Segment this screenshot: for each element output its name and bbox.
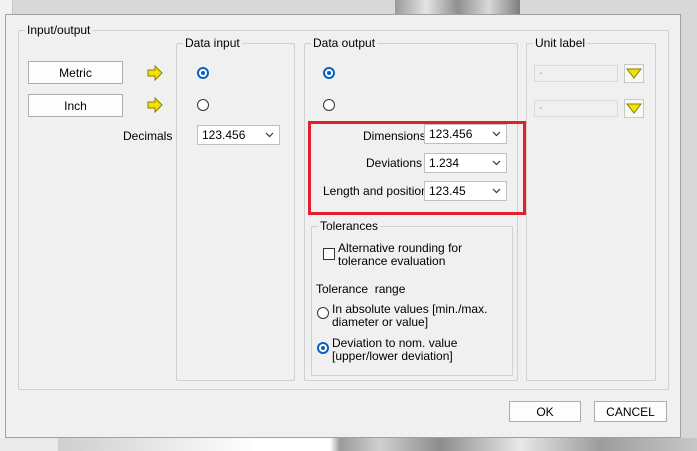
- unit-label-group: Unit label: [526, 36, 656, 381]
- data-output-inch-radio[interactable]: [323, 99, 335, 111]
- chevron-down-icon: [492, 188, 501, 194]
- chevron-down-icon: [492, 131, 501, 137]
- inch-unit-field[interactable]: -: [534, 100, 618, 117]
- deviations-label: Deviations: [366, 156, 423, 170]
- metric-button-label: Metric: [59, 65, 92, 80]
- metric-unit-dropdown-button[interactable]: [624, 64, 644, 83]
- tolerance-range-label: Tolerance range: [316, 282, 406, 296]
- ok-button-label: OK: [536, 404, 554, 419]
- tolerance-absolute-label-line2: diameter or value]: [332, 315, 429, 329]
- tolerance-absolute-radio[interactable]: [317, 307, 329, 319]
- length-position-select[interactable]: 123.45: [424, 181, 507, 201]
- tolerance-deviation-radio[interactable]: [317, 342, 329, 354]
- units-settings-dialog: Input/output Metric Inch Decimals Data i…: [5, 14, 681, 438]
- cancel-button[interactable]: CANCEL: [594, 401, 667, 422]
- input-output-title: Input/output: [25, 23, 93, 37]
- decimals-select[interactable]: 123.456: [197, 125, 280, 145]
- metric-unit-value: -: [539, 68, 543, 79]
- metric-unit-field[interactable]: -: [534, 65, 618, 82]
- data-input-title: Data input: [183, 36, 242, 50]
- metric-button[interactable]: Metric: [28, 61, 123, 84]
- background-window-edge: [395, 0, 520, 14]
- deviations-value: 1.234: [429, 156, 460, 170]
- cancel-button-label: CANCEL: [606, 404, 655, 419]
- dimensions-select[interactable]: 123.456: [424, 124, 507, 144]
- tolerance-deviation-label-line2: [upper/lower deviation]: [332, 349, 453, 363]
- tolerance-absolute-label-line1: In absolute values [min./max.: [332, 302, 488, 316]
- ok-button[interactable]: OK: [509, 401, 581, 422]
- inch-button[interactable]: Inch: [28, 94, 123, 117]
- data-input-metric-radio[interactable]: [197, 67, 209, 79]
- triangle-down-icon: [625, 103, 643, 114]
- data-input-group: Data input: [176, 36, 295, 381]
- deviations-select[interactable]: 1.234: [424, 153, 507, 173]
- data-output-metric-radio[interactable]: [323, 67, 335, 79]
- data-output-title: Data output: [311, 36, 378, 50]
- dimensions-value: 123.456: [429, 127, 473, 141]
- alt-rounding-checkbox[interactable]: [323, 248, 335, 260]
- metric-arrow-icon: [147, 65, 163, 81]
- inch-unit-dropdown-button[interactable]: [624, 99, 644, 118]
- tolerances-title: Tolerances: [318, 219, 381, 233]
- chevron-down-icon: [265, 132, 274, 138]
- dimensions-label: Dimensions: [363, 129, 426, 143]
- alt-rounding-label: Alternative rounding for tolerance evalu…: [338, 241, 463, 268]
- unit-label-title: Unit label: [533, 36, 588, 50]
- triangle-down-icon: [625, 68, 643, 79]
- decimals-value: 123.456: [202, 128, 246, 142]
- inch-button-label: Inch: [64, 98, 87, 113]
- tolerance-deviation-label-line1: Deviation to nom. value: [332, 336, 458, 350]
- background-bottom-strip: [0, 438, 697, 451]
- chevron-down-icon: [492, 160, 501, 166]
- data-input-inch-radio[interactable]: [197, 99, 209, 111]
- decimals-label: Decimals: [123, 129, 173, 143]
- inch-unit-value: -: [539, 103, 543, 114]
- inch-arrow-icon: [147, 97, 163, 113]
- length-position-value: 123.45: [429, 184, 466, 198]
- length-position-label: Length and position: [323, 184, 428, 198]
